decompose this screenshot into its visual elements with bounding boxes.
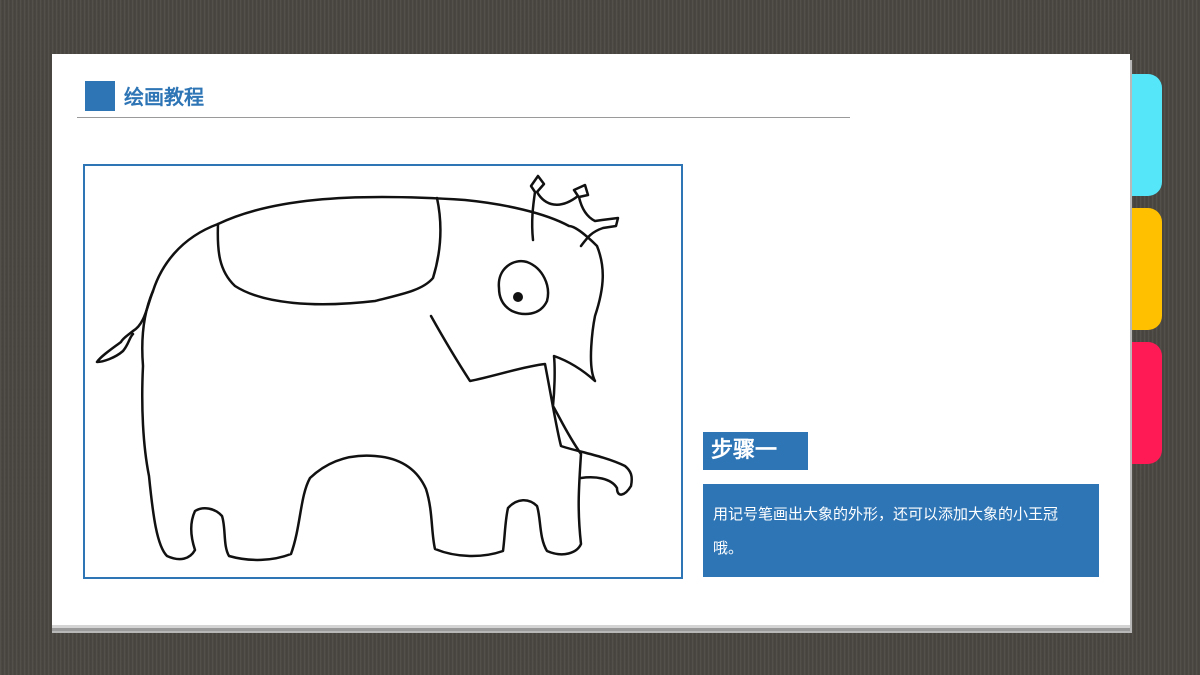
title-divider [77, 117, 850, 118]
elephant-body-outline [141, 195, 605, 562]
slide-card: 绘画教程 步骤一 用记号笔画出大象的外形，还可以添加大象的小王冠哦。 [52, 54, 1130, 625]
step-description: 用记号笔画出大象的外形，还可以添加大象的小王冠哦。 [703, 484, 1099, 577]
page-background: { "slide": { "title": "绘画教程", "step_labe… [0, 0, 1200, 675]
elephant-drawing [95, 174, 633, 562]
elephant-pupil [513, 292, 523, 302]
elephant-drawing-frame [83, 164, 683, 579]
elephant-eye [497, 259, 550, 316]
elephant-crown [529, 174, 620, 248]
title-marker-icon [85, 81, 115, 111]
slide-title: 绘画教程 [124, 85, 204, 109]
elephant-ear [216, 196, 442, 306]
elephant-trunk [429, 314, 633, 496]
step-one-label: 步骤一 [703, 432, 808, 470]
